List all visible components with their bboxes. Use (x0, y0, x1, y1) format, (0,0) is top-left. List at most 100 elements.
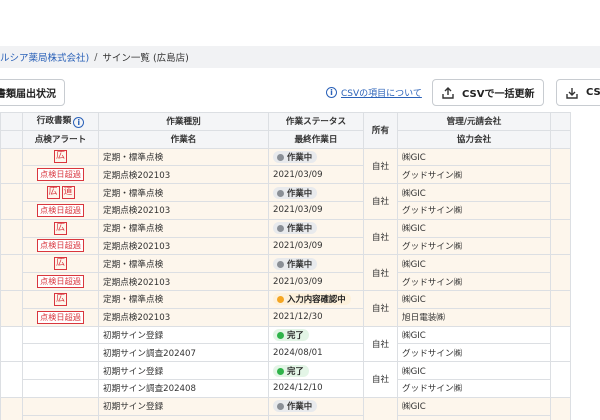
admin-doc-badge[interactable]: 広 (46, 186, 60, 200)
last-work-date-cell: 2021/03/09 (268, 165, 364, 185)
table-row[interactable]: 初期サイン調査202408 2024/12/10 グッドサイン㈱ (1, 378, 571, 398)
toolbar: 書類届出状況 i CSVの項目について CSVで一括更新 CSV (0, 74, 600, 110)
last-work-date-cell: 2021/03/09 (268, 236, 364, 256)
partner-company-cell: グッドサイン㈱ (397, 165, 551, 185)
table-row[interactable]: 初期サイン登録 完了 自社 ㈱GIC (0, 325, 571, 363)
table-row[interactable]: 広 定期・標準点検 入力内容確認中 自社 ㈱GIC (0, 289, 571, 327)
work-status-cell: 作業中 (268, 147, 364, 167)
admin-doc-badge[interactable]: 広 (54, 257, 67, 271)
admin-doc-badge[interactable]: 道 (61, 186, 75, 200)
work-type-cell: 初期サイン登録 (98, 396, 269, 416)
table-row[interactable] (1, 414, 571, 420)
status-dot-icon (277, 189, 284, 197)
work-name-cell[interactable]: 初期サイン調査202408 (98, 378, 269, 398)
breadcrumb-current: サイン一覧 (広島店) (102, 53, 189, 64)
last-work-date-cell: 2021/03/09 (268, 200, 364, 220)
management-company-cell: ㈱GIC (397, 218, 551, 238)
last-work-date-cell (268, 414, 364, 420)
admin-docs-cell (22, 325, 99, 345)
status-badge: 作業中 (273, 400, 318, 413)
table-row[interactable]: 点検日超過 定期点検202103 2021/03/09 グッドサイン㈱ (1, 165, 571, 185)
info-icon: i (326, 87, 337, 98)
header-inspection-alert: 点検アラート (22, 129, 99, 149)
partner-company-cell: グッドサイン㈱ (397, 236, 551, 256)
row-edge-cell (0, 289, 23, 327)
table-row[interactable]: 広 定期・標準点検 作業中 自社 ㈱GIC (0, 218, 571, 256)
admin-doc-badge[interactable]: 広 (54, 150, 67, 164)
header-owner: 所有 (363, 112, 398, 149)
csv-bulk-update-button[interactable]: CSVで一括更新 (432, 79, 544, 106)
admin-docs-cell: 広道 (22, 183, 99, 202)
inspection-alert-cell (22, 343, 99, 363)
management-company-cell: ㈱GIC (397, 289, 551, 309)
header-cell (0, 112, 23, 131)
management-company-cell: ㈱GIC (397, 254, 551, 274)
header-cell (550, 112, 571, 131)
status-dot-icon (277, 153, 284, 161)
row-edge-cell (0, 396, 23, 420)
row-edge-cell (0, 147, 23, 185)
work-name-cell[interactable]: 定期点検202103 (98, 236, 269, 256)
table-row[interactable]: 点検日超過 定期点検202103 2021/03/09 グッドサイン㈱ (1, 236, 571, 256)
work-status-cell: 入力内容確認中 (268, 289, 364, 309)
table-row[interactable]: 点検日超過 定期点検202103 2021/03/09 グッドサイン㈱ (1, 272, 571, 291)
table-row[interactable]: 初期サイン登録 作業中 ㈱GIC (0, 396, 571, 420)
breadcrumb-parent-link[interactable]: ルシア薬局株式会社) (0, 50, 89, 64)
inspection-alert-cell: 点検日超過 (22, 272, 99, 291)
management-company-cell: ㈱GIC (397, 396, 551, 416)
table-row[interactable]: 初期サイン調査202407 2024/08/01 グッドサイン㈱ (1, 343, 571, 363)
table-row[interactable]: 広 定期・標準点検 作業中 自社 ㈱GIC (0, 147, 571, 185)
status-badge: 完了 (273, 364, 309, 377)
row-edge-cell (0, 325, 23, 363)
status-dot-icon (277, 403, 284, 411)
status-badge: 完了 (273, 328, 309, 341)
work-name-cell[interactable] (98, 414, 269, 420)
owner-cell: 自社 (363, 183, 398, 220)
work-name-cell[interactable]: 定期点検202103 (98, 200, 269, 220)
table-row[interactable]: 広 定期・標準点検 作業中 自社 ㈱GIC (0, 254, 571, 291)
table-row[interactable]: 広道定期・標準点検 作業中 自社 ㈱GIC (0, 183, 571, 220)
table-row[interactable]: 点検日超過 定期点検202103 2021/12/30 旭日電装㈱ (1, 307, 571, 327)
csv-info-label: CSVの項目について (341, 89, 422, 99)
admin-docs-cell: 広 (22, 289, 99, 309)
management-company-cell: ㈱GIC (397, 183, 551, 202)
status-dot-icon (277, 331, 284, 339)
documents-status-label: 書類届出状況 (0, 89, 56, 100)
admin-docs-cell: 広 (22, 147, 99, 167)
admin-docs-cell: 広 (22, 218, 99, 238)
owner-cell: 自社 (363, 361, 398, 398)
inspection-alert-badge: 点検日超過 (37, 310, 84, 324)
work-type-cell: 定期・標準点検 (98, 147, 269, 167)
csv-download-button[interactable]: CSV (556, 79, 600, 106)
status-badge: 作業中 (273, 150, 318, 163)
header-cell (550, 129, 571, 149)
status-badge: 入力内容確認中 (273, 293, 351, 306)
management-company-cell: ㈱GIC (397, 325, 551, 345)
work-name-cell[interactable]: 定期点検202103 (98, 272, 269, 291)
table-row[interactable]: 初期サイン登録 完了 自社 ㈱GIC (0, 361, 571, 398)
admin-doc-badge[interactable]: 広 (54, 292, 67, 306)
work-name-cell[interactable]: 定期点検202103 (98, 307, 269, 327)
admin-docs-cell: 広 (22, 254, 99, 274)
work-status-cell: 作業中 (268, 218, 364, 238)
info-icon[interactable]: i (73, 117, 85, 129)
header-admin-docs: 行政書類 i (22, 112, 99, 131)
upload-icon (442, 86, 454, 99)
work-name-cell[interactable]: 定期点検202103 (98, 165, 269, 185)
work-status-cell: 完了 (268, 361, 364, 380)
row-edge-cell (550, 183, 571, 220)
table-row[interactable]: 点検日超過 定期点検202103 2021/03/09 グッドサイン㈱ (1, 200, 571, 220)
status-dot-icon (277, 296, 284, 304)
sign-table: 行政書類 i 作業種別 作業ステータス 所有 管理/元請会社 点検アラート 作業名… (0, 112, 571, 420)
status-badge: 作業中 (273, 222, 318, 235)
owner-cell: 自社 (363, 218, 398, 256)
inspection-alert-cell: 点検日超過 (22, 165, 99, 185)
top-header (0, 0, 600, 46)
csv-info-link[interactable]: i CSVの項目について (324, 86, 422, 99)
documents-status-button[interactable]: 書類届出状況 (0, 79, 65, 106)
header-management-company: 管理/元請会社 (397, 112, 551, 131)
owner-cell (363, 396, 398, 420)
work-name-cell[interactable]: 初期サイン調査202407 (98, 343, 269, 363)
admin-doc-badge[interactable]: 広 (54, 221, 67, 235)
owner-cell: 自社 (363, 289, 398, 327)
